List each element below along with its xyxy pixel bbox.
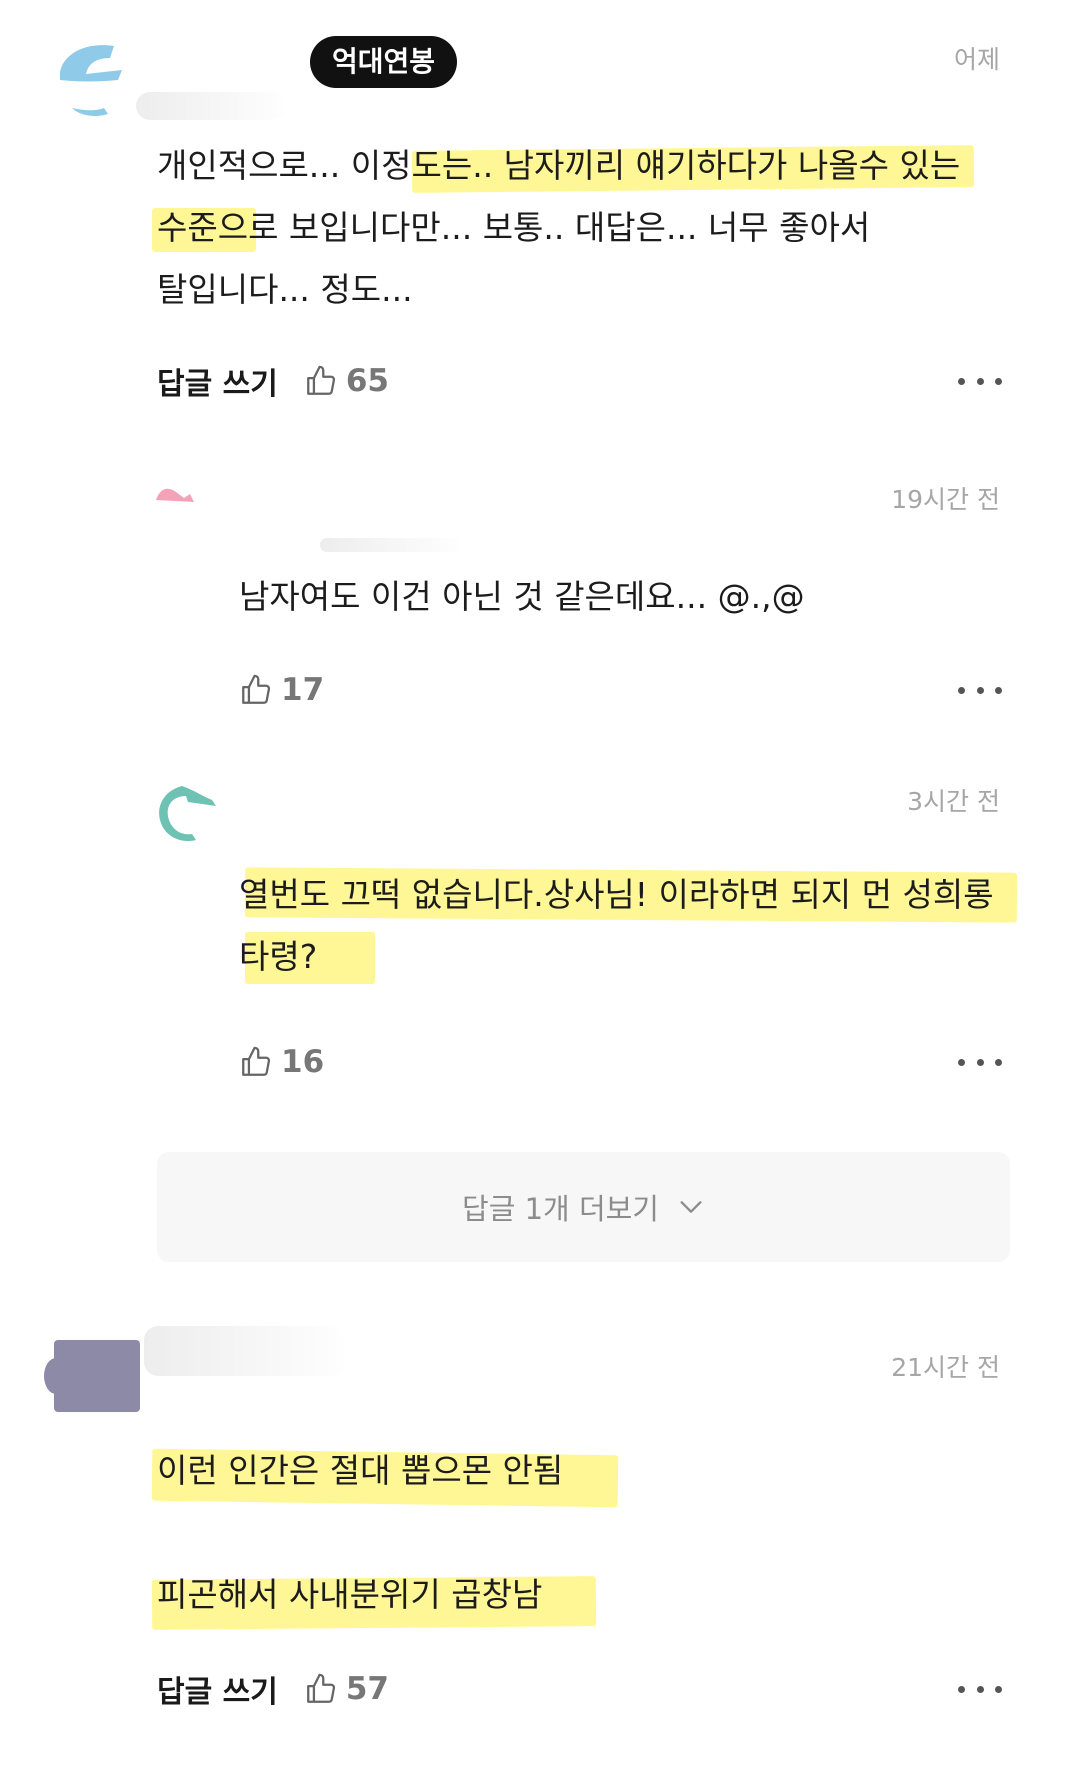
comment-line: 개인적으로... 이정도는.. 남자끼리 얘기하다가 나올수 있는	[157, 146, 961, 185]
username-blurred	[320, 538, 460, 552]
comment-line: 열번도 끄떡 없습니다.상사님! 이라하면 되지 먼 성희롱	[239, 875, 994, 914]
more-dot	[958, 377, 965, 385]
comment-time: 19시간 전	[891, 485, 1000, 514]
avatar[interactable]	[152, 780, 222, 850]
comment-text: 개인적으로... 이정도는.. 남자끼리 얘기하다가 나올수 있는 수준으로 보…	[157, 135, 960, 321]
comment-actions: 답글 쓰기 65	[157, 356, 389, 406]
more-options-button[interactable]	[958, 366, 1002, 396]
more-dot	[976, 377, 984, 385]
comment-line: 남자여도 이건 아닌 것 같은데요... @.,@	[239, 577, 805, 616]
avatar[interactable]	[42, 1336, 142, 1416]
avatar-image	[156, 488, 194, 502]
more-replies-label: 답글 1개 더보기	[462, 1192, 659, 1226]
like-button[interactable]: 17	[239, 672, 324, 708]
comment-line: 수준으로 보입니다만... 보통.. 대답은... 너무 좋아서	[157, 208, 871, 247]
comment: 억대연봉 어제 개인적으로... 이정도는.. 남자끼리 얘기하다가 나올수 있…	[0, 0, 1080, 420]
username-blurred	[136, 92, 286, 120]
more-dot	[958, 1058, 965, 1066]
thumbs-up-icon	[306, 1673, 335, 1703]
thumbs-up-icon	[242, 1046, 271, 1076]
more-dot	[995, 686, 1002, 694]
comment-text: 남자여도 이건 아닌 것 같은데요... @.,@	[239, 566, 805, 628]
more-options-button[interactable]	[958, 675, 1002, 705]
like-count: 16	[281, 1044, 325, 1080]
more-dot	[976, 1685, 984, 1693]
user-level-badge: 억대연봉	[310, 36, 458, 88]
more-options-button[interactable]	[958, 1047, 1002, 1077]
like-count: 57	[345, 1671, 389, 1707]
like-button[interactable]: 65	[304, 363, 389, 399]
like-button[interactable]: 57	[304, 1671, 389, 1707]
more-dot	[976, 686, 984, 694]
reply-button[interactable]: 답글 쓰기	[157, 1667, 278, 1711]
comment-actions: 16	[239, 1037, 324, 1087]
thumbs-up-icon	[242, 674, 271, 704]
comment-line: 탈입니다... 정도...	[157, 270, 413, 309]
comment-actions: 답글 쓰기 57	[157, 1664, 389, 1714]
avatar[interactable]	[154, 480, 204, 504]
comment-line: 이런 인간은 절대 뽑으몬 안됨	[157, 1451, 564, 1490]
more-dot	[976, 1058, 984, 1066]
thumbs-up-icon	[306, 365, 335, 395]
chevron-down-icon	[680, 1201, 702, 1213]
avatar-image	[60, 45, 122, 116]
more-dot	[958, 1685, 965, 1693]
comment-text: 이런 인간은 절대 뽑으몬 안됨 피곤해서 사내분위기 곱창남	[157, 1440, 563, 1626]
more-dot	[995, 377, 1002, 385]
more-replies-button[interactable]: 답글 1개 더보기	[157, 1152, 1010, 1262]
reply-button[interactable]: 답글 쓰기	[157, 359, 278, 403]
more-dot	[958, 686, 965, 694]
comment-time: 3시간 전	[907, 787, 1000, 816]
avatar-image	[44, 1340, 140, 1412]
comment-actions: 17	[239, 665, 324, 715]
avatar[interactable]	[52, 36, 136, 120]
reply-comment: 19시간 전 남자여도 이건 아닌 것 같은데요... @.,@ 17	[0, 420, 1080, 740]
like-count: 65	[345, 363, 389, 399]
comment-line: 타령?	[239, 937, 318, 976]
reply-comment: 3시간 전 열번도 끄떡 없습니다.상사님! 이라하면 되지 먼 성희롱 타령?…	[0, 740, 1080, 1140]
more-dot	[995, 1685, 1002, 1693]
comment-time: 어제	[953, 45, 1000, 74]
avatar-image	[159, 786, 216, 842]
more-options-button[interactable]	[958, 1674, 1002, 1704]
like-count: 17	[281, 672, 325, 708]
username-blurred	[144, 1326, 344, 1376]
comment-text: 열번도 끄떡 없습니다.상사님! 이라하면 되지 먼 성희롱 타령?	[239, 864, 994, 988]
more-dot	[995, 1058, 1002, 1066]
comment: 21시간 전 이런 인간은 절대 뽑으몬 안됨 피곤해서 사내분위기 곱창남 답…	[0, 1300, 1080, 1771]
comment-line: 피곤해서 사내분위기 곱창남	[157, 1575, 543, 1614]
like-button[interactable]: 16	[239, 1044, 324, 1080]
comment-time: 21시간 전	[891, 1353, 1000, 1382]
